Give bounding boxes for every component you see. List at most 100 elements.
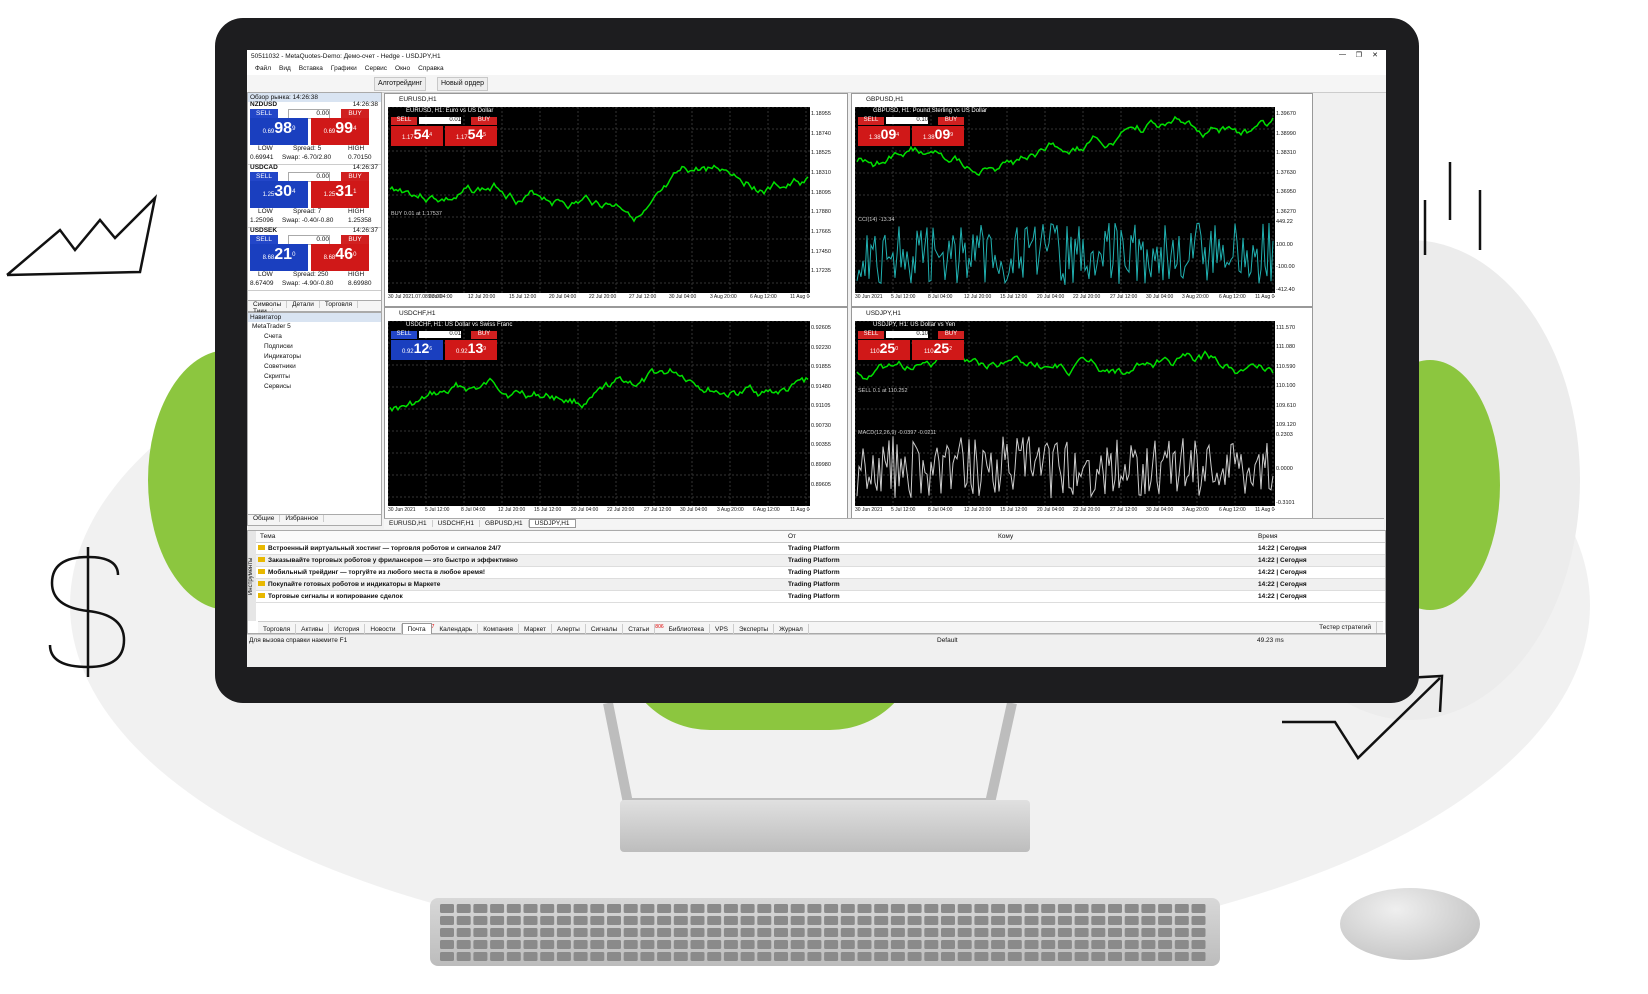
chart-sell-button[interactable]: SELL — [391, 331, 417, 339]
navigator-tab[interactable]: Избранное — [280, 515, 325, 522]
key — [1024, 952, 1039, 961]
navigator-item[interactable]: Сервисы — [264, 382, 381, 392]
date-axis: 30 Jul 2021.07.08 08:00 9 Jul 04:00 12 Jul… — [388, 294, 810, 304]
chart-sell-price[interactable]: 110250 — [858, 340, 910, 360]
key — [607, 916, 621, 925]
buy-button[interactable]: BUY — [341, 172, 369, 181]
chart-buy-button[interactable]: BUY — [938, 331, 964, 339]
position-line-label: SELL 0.1 at 110.252 — [858, 388, 908, 394]
chart-sell-price[interactable]: 0.92126 — [391, 340, 443, 360]
minimize-button[interactable]: — — [1339, 51, 1346, 58]
market-watch-tab[interactable]: Торговля — [320, 301, 359, 308]
menu-item[interactable]: Сервис — [365, 65, 387, 72]
chart-canvas[interactable]: USDJPY, H1: US Dollar vs Yen SELL 0.10 BUY 1… — [854, 320, 1275, 506]
maximize-button[interactable]: ❐ — [1356, 51, 1362, 59]
chart-buy-price[interactable]: 110252 — [912, 340, 964, 360]
algo-trading-button[interactable]: Алготрейдинг — [374, 77, 427, 91]
quote-time: 14:26:37 — [352, 227, 378, 234]
chart-buy-button[interactable]: BUY — [471, 331, 497, 339]
chart-buy-button[interactable]: BUY — [938, 117, 964, 125]
navigator-item[interactable]: Скрипты — [264, 372, 381, 382]
chart-sell-price[interactable]: 1.38094 — [858, 126, 910, 146]
key — [490, 928, 505, 937]
new-order-button[interactable]: Новый ордер — [437, 77, 489, 91]
key — [1108, 928, 1122, 937]
menu-item[interactable]: Окно — [395, 65, 410, 72]
date-axis: 30 Jun 2021 5 Jul 12:00 8 Jul 04:00 12 Jul … — [388, 507, 810, 517]
key — [1141, 904, 1156, 913]
date-tick: 8 Jul 04:00 — [461, 507, 486, 513]
buy-price-box[interactable]: 0.69994 — [311, 118, 369, 145]
chart-sell-button[interactable]: SELL — [391, 117, 417, 125]
mail-time: 14:22 | Сегодня — [1258, 557, 1307, 564]
chart-canvas[interactable]: USDCHF, H1: US Dollar vs Swiss Franc SELL… — [387, 320, 810, 506]
key — [907, 904, 922, 913]
navigator-item[interactable]: Индикаторы — [264, 352, 381, 362]
key — [506, 904, 521, 913]
chart-sell-button[interactable]: SELL — [858, 117, 884, 125]
chart-canvas[interactable]: GBPUSD, H1: Pound Sterling vs US Dollar S… — [854, 106, 1275, 293]
navigator-item[interactable]: Советники — [264, 362, 381, 372]
key — [890, 916, 905, 925]
menu-item[interactable]: Графики — [331, 65, 357, 72]
navigator-root[interactable]: MetaTrader 5 — [248, 322, 381, 332]
key — [857, 940, 872, 949]
buy-price-box[interactable]: 1.25311 — [311, 181, 369, 208]
date-tick: 5 Jul 12:00 — [425, 507, 450, 513]
close-button[interactable]: ✕ — [1372, 51, 1378, 59]
mail-row[interactable]: Мобильный трейдинг — торгуйте из любого … — [248, 567, 1385, 579]
buy-button[interactable]: BUY — [341, 235, 369, 244]
sell-price-box[interactable]: 0.69989 — [250, 118, 308, 145]
chart-buy-button[interactable]: BUY — [471, 117, 497, 125]
price-tick: 1.17665 — [811, 229, 831, 235]
sell-button[interactable]: SELL — [250, 109, 278, 118]
chart-tab[interactable]: USDJPY,H1 — [528, 519, 576, 528]
envelope-icon — [258, 581, 265, 586]
chart-buy-price[interactable]: 1.38099 — [912, 126, 964, 146]
quote-time: 14:26:38 — [352, 101, 378, 108]
lot-field[interactable]: 0.01 — [419, 117, 461, 124]
sell-button[interactable]: SELL — [250, 235, 278, 244]
key — [740, 904, 755, 913]
mail-row[interactable]: Встроенный виртуальный хостинг — торговл… — [248, 543, 1385, 555]
chart-buy-price[interactable]: 0.92139 — [445, 340, 497, 360]
chart-tab[interactable]: USDCHF,H1 — [433, 520, 481, 527]
menu-item[interactable]: Файл — [255, 65, 271, 72]
strategy-tester-tab[interactable]: Тестер стратегий — [1314, 622, 1377, 633]
lot-field[interactable]: 0.10 — [886, 117, 928, 124]
sell-prefix: 1.17 — [401, 135, 414, 141]
mail-row[interactable]: Торговые сигналы и копирование сделок Tra… — [248, 591, 1385, 603]
sell-button[interactable]: SELL — [250, 172, 278, 181]
navigator-item[interactable]: Счета — [264, 332, 381, 342]
menu-item[interactable]: Вставка — [299, 65, 323, 72]
chart-tab[interactable]: GBPUSD,H1 — [480, 520, 529, 527]
chart-sell-price[interactable]: 1.17544 — [391, 126, 443, 146]
buy-price-box[interactable]: 8.68460 — [311, 244, 369, 271]
lot-field[interactable]: 0.01 — [419, 331, 461, 338]
key — [1108, 904, 1122, 913]
menu-item[interactable]: Справка — [418, 65, 444, 72]
chart-sell-button[interactable]: SELL — [858, 331, 884, 339]
navigator-tab[interactable]: Общие — [248, 515, 281, 522]
buy-button[interactable]: BUY — [341, 109, 369, 118]
menu-item[interactable]: Вид — [279, 65, 291, 72]
sell-price-box[interactable]: 1.25304 — [250, 181, 308, 208]
mail-row[interactable]: Покупайте готовых роботов и индикаторы в… — [248, 579, 1385, 591]
market-watch-tab[interactable]: Символы — [248, 301, 288, 308]
market-watch-tab[interactable]: Детали — [287, 301, 320, 308]
mail-time: 14:22 | Сегодня — [1258, 545, 1307, 552]
chart-canvas[interactable]: EURUSD, H1: Euro vs US Dollar SELL 0.01 BUY… — [387, 106, 810, 293]
sell-sup: 0 — [895, 346, 898, 352]
lot-field[interactable]: 0.10 — [886, 331, 928, 338]
key — [540, 928, 555, 937]
mail-row[interactable]: Заказывайте торговых роботов у фрилансер… — [248, 555, 1385, 567]
navigator-item[interactable]: Подписки — [264, 342, 381, 352]
chart-tab[interactable]: EURUSD,H1 — [384, 520, 433, 527]
buy-price-prefix: 8.68 — [323, 255, 336, 261]
metatrader-window: 50511032 - MetaQuotes-Demo: Демо-счет - … — [247, 50, 1386, 667]
date-tick: 12 Jul 20:00 — [468, 294, 496, 300]
sell-price-box[interactable]: 8.68210 — [250, 244, 308, 271]
key — [941, 940, 955, 949]
key — [1124, 916, 1139, 925]
chart-buy-price[interactable]: 1.17545 — [445, 126, 497, 146]
